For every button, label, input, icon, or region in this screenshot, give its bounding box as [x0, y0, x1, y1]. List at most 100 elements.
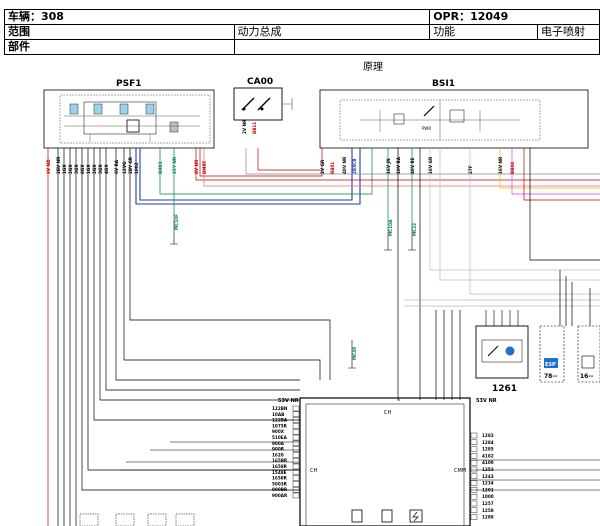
ecu-power-icon	[409, 509, 423, 523]
ecu-left-pin: 1620	[272, 452, 284, 457]
ca00-label: CA00	[247, 77, 273, 87]
ecu-left-pin: 510EA	[272, 435, 288, 440]
psf1-pin-label: 3GX	[98, 164, 103, 174]
right-box[interactable]: 16--	[577, 325, 600, 383]
ecu-chip-icon	[381, 509, 393, 523]
ecu-left-pin: 122BN	[272, 406, 288, 411]
ecu-left-pin-box	[292, 463, 300, 470]
bsi1-component[interactable]: BSI1 PWR	[319, 79, 589, 149]
bsi1-pin-label: 10V BA	[396, 156, 401, 174]
ecu-left-label: CH	[310, 468, 317, 474]
psf1-pin-label: 1GX	[86, 164, 91, 174]
psf1-pin-label: 1GX	[62, 164, 67, 174]
wiring-diagram[interactable]: PSF1 CA00 2V NR BB11 BSI1 PWR MC10F MC10…	[0, 70, 600, 526]
function-value-cell: 电子喷射	[537, 24, 600, 40]
ecu-left-pin: 900X	[272, 429, 285, 434]
svg-text:MC10A: MC10A	[388, 219, 393, 236]
ecu-right-pin-box	[470, 460, 478, 466]
ecu-right-pin-box	[470, 514, 478, 520]
ecu-bus-right-label: 53V NR	[476, 398, 497, 404]
ecu-right-pin: 1288	[482, 515, 494, 520]
ecu-left-pin: 1548E	[272, 470, 287, 475]
ecu-left-pin: 1658R	[272, 476, 288, 481]
psf1-pin-label: 6GX	[80, 164, 85, 174]
psf1-pin-label: BMRT	[202, 161, 207, 174]
ca00-component[interactable]: CA00 2V NR BB11	[233, 77, 293, 134]
ecu-right-pin: 1258	[482, 508, 494, 513]
svg-text:2V NR: 2V NR	[242, 119, 247, 134]
ecu-right-pin: 1285	[482, 447, 494, 452]
ground-tags: MC10F MC10A MC22 MC49	[170, 214, 417, 369]
relay-module-label: 1261	[492, 384, 517, 394]
psf1-pin-label: 12VG	[122, 161, 127, 174]
relay-module-1261[interactable]: 1261	[475, 310, 529, 394]
ecu-left-pin-box	[292, 434, 300, 441]
ecu-right-pin-box	[470, 439, 478, 445]
svg-text:ESP: ESP	[545, 362, 556, 368]
ecu-left-pin-box	[292, 469, 300, 475]
psf1-component[interactable]: PSF1	[43, 79, 215, 149]
bsi1-pin-label: BB01	[330, 162, 335, 174]
bsi1-pin-label: 16V JN	[386, 158, 391, 174]
relay-status-icon	[505, 346, 515, 356]
header-row-range: 范围 动力总成 功能 电子喷射	[4, 24, 600, 40]
psf1-label: PSF1	[116, 79, 142, 89]
bsi1-pin-labels: 2V GR BB01 40V NR 2BXCB 16V JN 10V BA 40V BE 16…	[320, 156, 515, 174]
ecu-right-pin-box	[470, 500, 478, 507]
ecu-right-pin: 1234	[482, 481, 494, 486]
svg-text:MC10F: MC10F	[174, 214, 179, 230]
svg-text:78--: 78--	[544, 373, 558, 380]
header-table: 车辆：308 OPR：12049 范围 动力总成 功能 电子喷射 部件	[3, 9, 600, 55]
ecu-right-pin-box	[470, 494, 478, 500]
ecu-right-pin: 1243	[482, 474, 494, 479]
psf1-pin-label: 2GX	[92, 164, 97, 174]
psf1-pin-label: 25Y NR	[172, 156, 177, 174]
header-row-component: 部件	[4, 39, 600, 55]
ecu-right-pin-box	[470, 480, 478, 486]
bsi1-pin-label: 40V NR	[342, 156, 347, 174]
svg-text:BB11: BB11	[252, 122, 257, 134]
component-label-cell: 部件	[4, 39, 235, 55]
psf1-pin-label: 6V ND	[46, 159, 51, 174]
ecu-right-pin-box	[470, 507, 478, 513]
ecu-right-pin-box	[470, 473, 478, 479]
ecu-right-pin: 1283	[482, 433, 494, 438]
ecu-left-pin: 900BR	[272, 487, 288, 492]
ecu-right-pin: 4100	[482, 460, 494, 465]
bsi1-pin-label: 16V GR	[428, 156, 433, 174]
vehicle-cell: 车辆：308	[3, 9, 431, 25]
ecu-left-pin-box	[292, 405, 300, 412]
psf1-pin-label: 3GX	[74, 164, 79, 174]
bsi1-pin-label: 40V BE	[410, 157, 415, 174]
ecu-block[interactable]: 53V NR 53V NR CH CH CMM	[278, 397, 497, 526]
psf1-pin-label: 6V BA	[114, 159, 119, 174]
psf1-pin-label: 2BY GR	[128, 156, 133, 174]
ecu-right-pin: 1253	[482, 467, 494, 472]
ecu-top-label: CH	[384, 410, 391, 416]
svg-text:MC49: MC49	[352, 347, 357, 360]
ecu-left-pin-box	[292, 446, 300, 452]
ecu-left-pin-box	[292, 429, 300, 435]
ecu-left-pin-box	[292, 423, 300, 429]
range-label-cell: 范围	[4, 24, 235, 40]
ecu-left-pin-box	[292, 411, 300, 417]
ecu-right-pin-box	[470, 446, 478, 452]
bsi1-pin-label: 2BXCB	[352, 159, 357, 174]
psf1-relay-icons	[69, 103, 179, 133]
ecu-left-pin: 900AR	[272, 493, 288, 498]
bsi1-pin-label: 27F	[468, 165, 473, 174]
ecu-right-pin-box	[470, 432, 478, 439]
psf1-pin-label: 1002	[134, 162, 139, 174]
psf1-pin-label: 2GX	[68, 164, 73, 174]
psf1-pin-label: BX03	[158, 162, 163, 174]
ecu-right-pin: 1257	[482, 501, 494, 506]
ecu-left-pin-box	[292, 475, 300, 481]
svg-text:PWR: PWR	[422, 126, 431, 131]
esp-box[interactable]: ESP 78--	[539, 325, 565, 383]
ecu-left-pin-box	[292, 452, 300, 458]
ecu-right-pin: 1000	[482, 494, 494, 499]
bsi1-pin-label: 16V NR	[498, 156, 503, 174]
svg-text:MC22: MC22	[412, 223, 417, 236]
ecu-right-pin-list: 1283128412854182410012531243123412011000…	[470, 432, 494, 520]
header-row-vehicle: 车辆：308 OPR：12049	[3, 9, 600, 25]
